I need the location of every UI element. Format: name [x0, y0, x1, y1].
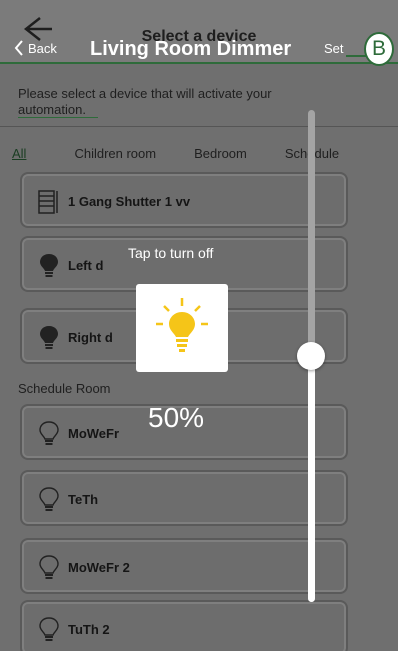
device-label: Left d [68, 258, 104, 273]
divider [0, 126, 398, 127]
back-label: Back [28, 40, 57, 56]
brightness-percent: 50% [148, 402, 205, 433]
tab-children-room[interactable]: Children room [38, 146, 168, 161]
device-label: MoWeFr 2 [68, 560, 130, 575]
tap-hint-text: Tap to turn off [128, 245, 214, 261]
light-toggle-button[interactable] [136, 284, 228, 372]
dimmer-title: Living Room Dimmer [90, 38, 292, 60]
device-card[interactable]: 1 Gang Shutter 1 vv [20, 172, 348, 228]
bulb-outline-icon [39, 555, 59, 579]
device-label: Right d [68, 330, 113, 345]
bulb-outline-icon [39, 617, 59, 641]
bulb-outline-icon [39, 421, 59, 445]
tab-bedroom[interactable]: Bedroom [168, 146, 259, 161]
chevron-left-icon [14, 40, 23, 56]
room-tabs: All Children room Bedroom Schedule [12, 146, 351, 161]
device-label: MoWeFr [68, 426, 120, 441]
brightness-slider-thumb[interactable] [297, 342, 325, 370]
shutter-icon [38, 190, 58, 214]
device-card[interactable]: TuTh 2 [20, 600, 348, 651]
section-label: Schedule Room [18, 381, 111, 396]
divider [18, 117, 98, 118]
back-button[interactable]: Back [14, 40, 57, 56]
callout-badge: B [364, 32, 394, 66]
instruction-text: Please select a device that will activat… [18, 86, 272, 117]
lightbulb-on-icon [156, 298, 208, 352]
device-label: TeTh [68, 492, 99, 507]
tab-all[interactable]: All [12, 146, 38, 161]
dimmer-header: Back Living Room Dimmer Set [0, 28, 398, 64]
bulb-icon [40, 254, 58, 277]
brightness-slider-fill [308, 356, 315, 602]
device-card[interactable]: TeTh [20, 470, 348, 526]
set-button[interactable]: Set [324, 41, 344, 56]
tab-schedule[interactable]: Schedule [259, 146, 351, 161]
bulb-icon [40, 326, 58, 349]
device-label: TuTh 2 [68, 622, 110, 637]
device-label: 1 Gang Shutter 1 vv [68, 194, 191, 209]
device-card[interactable]: MoWeFr 2 [20, 538, 348, 594]
bulb-outline-icon [39, 487, 59, 511]
